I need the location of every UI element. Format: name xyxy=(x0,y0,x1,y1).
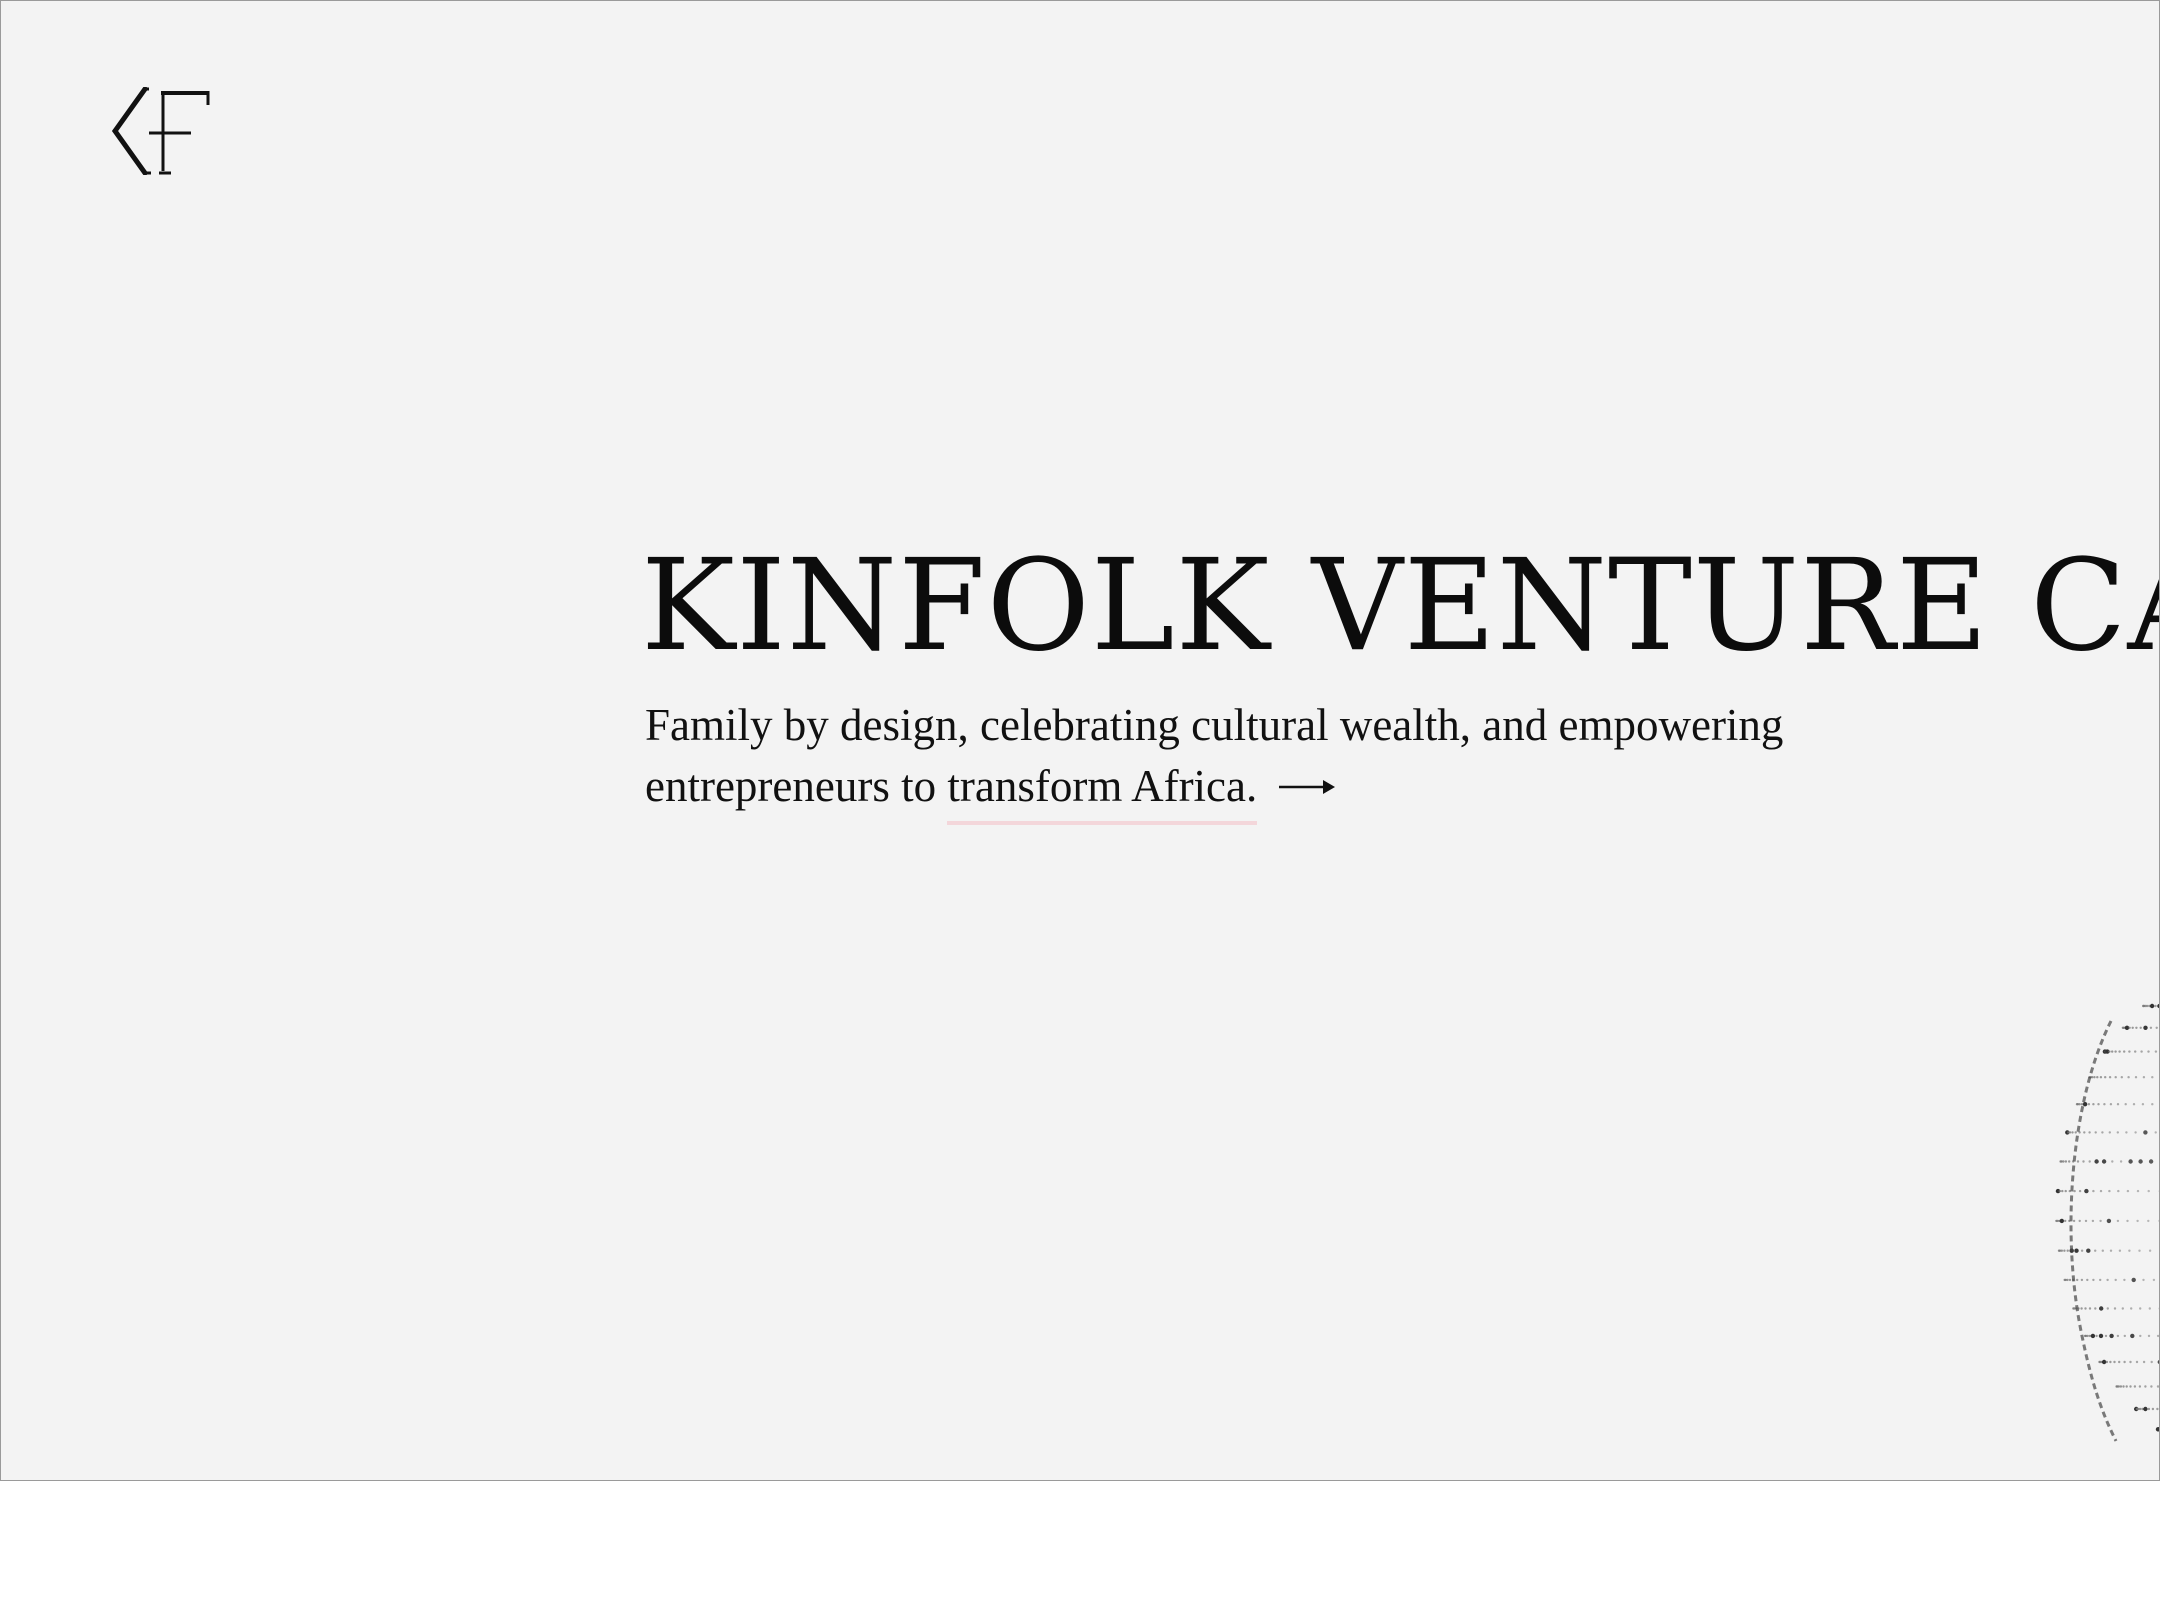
hero-title: KINFOLK VENTURE CAPITAL xyxy=(641,532,2159,679)
kf-logo-icon[interactable] xyxy=(111,87,211,175)
page-viewport: KINFOLK VENTURE CAPITAL Family by design… xyxy=(0,0,2160,1481)
right-arrow-icon[interactable] xyxy=(1279,777,1337,797)
transform-africa-link[interactable]: transform Africa. xyxy=(947,761,1258,825)
dotted-globe-graphic xyxy=(2055,1003,2159,1442)
hero-tagline: Family by design, celebrating cultural w… xyxy=(645,695,1885,825)
hero-section: KINFOLK VENTURE CAPITAL Family by design… xyxy=(641,531,2159,825)
